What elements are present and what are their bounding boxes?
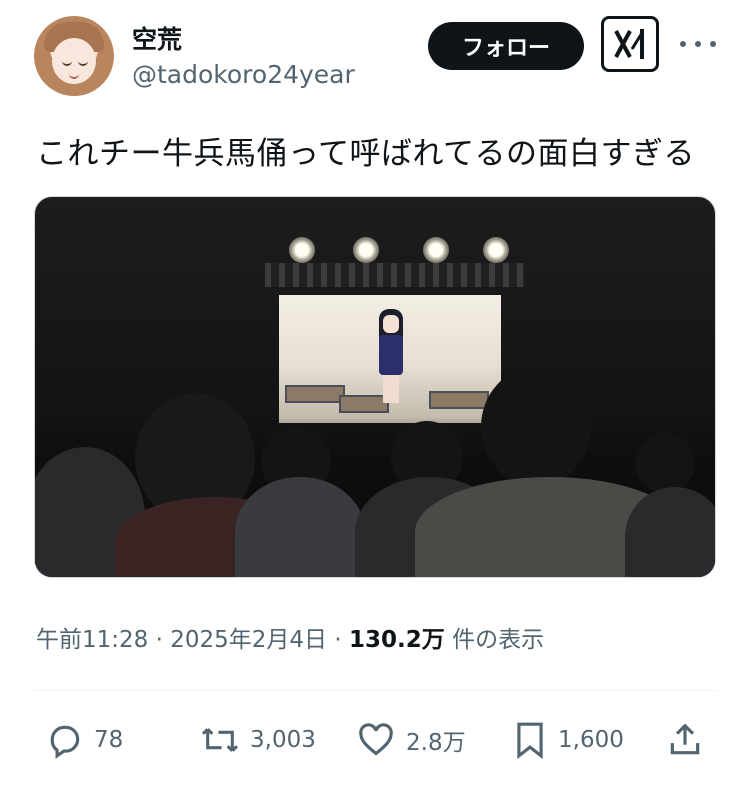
tweet-time[interactable]: 午前11:28 [36,627,148,653]
reply-button[interactable]: 78 [46,720,123,760]
author-display-name[interactable]: 空荒 [132,20,182,56]
heart-icon [359,723,393,756]
retweet-icon [201,728,239,752]
bookmark-icon [517,722,543,759]
grok-button[interactable] [601,16,659,72]
tweet-date[interactable]: 2025年2月4日 [170,627,327,653]
retweet-count: 3,003 [250,727,316,753]
retweet-button[interactable]: 3,003 [200,720,316,760]
bookmark-count: 1,600 [558,727,624,753]
bookmark-button[interactable]: 1,600 [512,720,624,760]
author-handle[interactable]: @tadokoro24year [132,60,355,89]
more-dot-icon [680,41,686,47]
more-options-button[interactable] [680,28,716,60]
like-button[interactable]: 2.8万 [356,720,466,760]
like-count: 2.8万 [406,730,466,756]
view-count[interactable]: 130.2万 [349,627,445,653]
reply-icon [50,725,80,759]
share-icon [670,723,700,755]
tweet-meta: 午前11:28 · 2025年2月4日 · 130.2万 件の表示 [36,620,544,654]
view-count-label: 件の表示 [452,627,545,653]
tweet-text: これチー牛兵馬俑って呼ばれてるの面白すぎる [36,136,696,172]
share-button[interactable] [666,720,704,760]
more-dot-icon [695,41,701,47]
more-dot-icon [710,41,716,47]
reply-count: 78 [94,727,124,753]
divider [34,690,716,691]
meta-separator: · [155,627,163,653]
tweet-image[interactable] [34,196,716,578]
meta-separator: · [334,627,342,653]
grok-icon [614,29,644,59]
avatar[interactable] [34,16,114,96]
follow-button[interactable]: フォロー [428,22,584,70]
